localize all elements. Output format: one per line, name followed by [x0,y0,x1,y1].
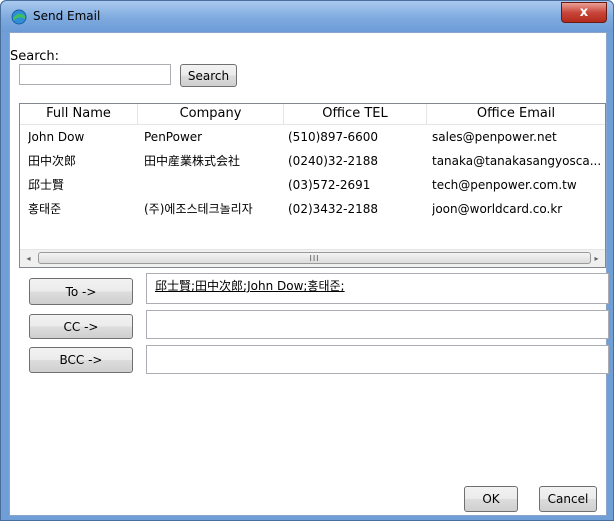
scroll-left-icon[interactable]: ◂ [20,250,37,267]
cc-field[interactable] [146,310,609,339]
bcc-field[interactable] [146,345,609,374]
cell-office-email: joon@worldcard.co.kr [432,202,563,216]
cell-company: 田中産業株式会社 [144,154,241,168]
horizontal-scrollbar[interactable]: ◂ III ▸ [20,249,605,267]
header-office-email[interactable]: Office Email [427,104,605,124]
cell-office-tel: (03)572-2691 [288,178,371,192]
to-field[interactable]: 邱士賢;田中次郎;John Dow;홍태준; [146,273,609,304]
cell-office-tel: (0240)32-2188 [288,154,379,168]
cell-office-email: tech@penpower.com.tw [432,178,577,192]
window-title: Send Email [33,9,101,23]
cell-office-tel: (02)3432-2188 [288,202,379,216]
cell-full-name: 홍태준 [28,202,62,216]
ok-button[interactable]: OK [464,486,518,512]
cell-company: (주)에조스테크놀리자 [144,202,253,216]
cell-full-name: John Dow [28,130,85,144]
title-bar[interactable]: Send Email x [1,1,613,32]
grip-icon: III [309,253,320,263]
cell-full-name: 邱士賢 [28,178,65,192]
scroll-thumb[interactable]: III [38,252,591,264]
table-header: Full Name Company Office TEL Office Emai… [20,104,605,125]
to-button[interactable]: To -> [29,278,133,305]
cell-office-email: tanaka@tanakasangyosca... [432,154,602,168]
scroll-right-icon[interactable]: ▸ [588,250,605,267]
close-button[interactable]: x [561,2,607,23]
table-row[interactable]: John Dow PenPower (510)897-6600 sales@pe… [20,125,605,149]
to-recipients: 邱士賢;田中次郎;John Dow;홍태준; [155,279,345,293]
header-full-name[interactable]: Full Name [20,104,138,124]
table-row[interactable]: 田中次郎 田中産業株式会社 (0240)32-2188 tanaka@tanak… [20,149,605,173]
search-label: Search: [10,49,60,64]
header-office-tel[interactable]: Office TEL [284,104,427,124]
cell-office-email: sales@penpower.net [432,130,557,144]
cell-full-name: 田中次郎 [28,154,77,168]
cell-company: PenPower [144,130,203,144]
search-button[interactable]: Search [180,64,237,87]
cell-office-tel: (510)897-6600 [288,130,379,144]
contacts-table: Full Name Company Office TEL Office Emai… [19,103,606,268]
header-company[interactable]: Company [138,104,284,124]
close-icon: x [579,5,589,20]
cell-company [144,173,282,197]
table-row[interactable]: 邱士賢 (03)572-2691 tech@penpower.com.tw [20,173,605,197]
search-input[interactable] [19,64,171,85]
cc-button[interactable]: CC -> [29,314,133,339]
app-icon [11,9,27,25]
bcc-button[interactable]: BCC -> [29,347,133,373]
cancel-button[interactable]: Cancel [539,486,597,512]
send-email-window: Send Email x Search: Search Full Name Co… [0,0,614,521]
table-row[interactable]: 홍태준 (주)에조스테크놀리자 (02)3432-2188 joon@world… [20,197,605,221]
